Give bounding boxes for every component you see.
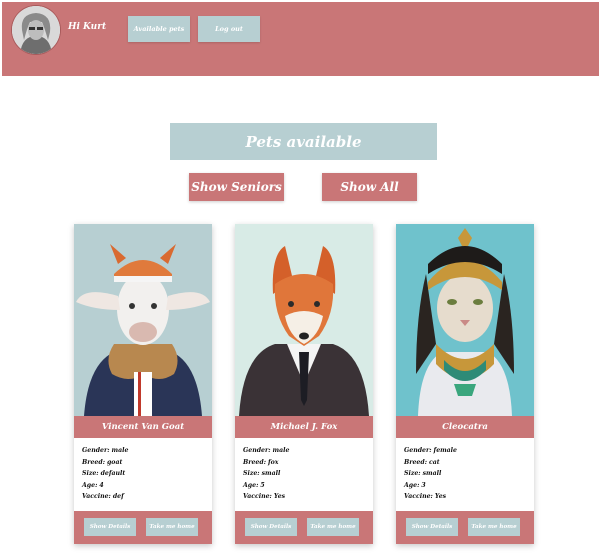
pet-detail-age: Age: 4: [82, 481, 104, 489]
pet-photo: [74, 224, 212, 416]
show-all-button[interactable]: Show All: [322, 173, 417, 201]
show-seniors-button[interactable]: Show Seniors: [189, 173, 284, 201]
pet-card-footer: Show Details Take me home: [235, 511, 373, 544]
pet-photo: [235, 224, 373, 416]
page-title: Pets available: [170, 123, 437, 160]
pet-detail-vaccine: Vaccine: Yes: [404, 493, 447, 500]
take-me-home-button[interactable]: Take me home: [307, 518, 359, 536]
pet-detail-size: Size: default: [82, 470, 126, 477]
user-avatar-image: [12, 6, 60, 54]
show-details-button[interactable]: Show Details: [84, 518, 136, 536]
pet-detail-breed: Breed: goat: [82, 458, 123, 466]
pet-detail-age: Age: 3: [404, 481, 426, 489]
pet-name: Vincent Van Goat: [74, 416, 212, 438]
pet-detail-gender: Gender: male: [243, 447, 290, 454]
take-me-home-button[interactable]: Take me home: [468, 518, 520, 536]
log-out-button[interactable]: Log out: [198, 16, 260, 42]
user-avatar[interactable]: [12, 6, 60, 54]
pet-card: Vincent Van Goat Gender: male Breed: goat …: [74, 224, 212, 544]
pet-detail-size: Size: small: [243, 470, 281, 477]
show-details-button[interactable]: Show Details: [406, 518, 458, 536]
pet-name: Michael J. Fox: [235, 416, 373, 438]
pet-card-footer: Show Details Take me home: [396, 511, 534, 544]
pet-detail-vaccine: Vaccine: def: [82, 493, 124, 500]
pet-details: Gender: male Breed: goat Size: default Age:…: [82, 445, 207, 503]
pet-detail-age: Age: 5: [243, 481, 265, 489]
top-header: Hi Kurt Available pets Log out: [2, 2, 599, 76]
pet-detail-size: Size: small: [404, 470, 442, 477]
pet-details: Gender: female Breed: cat Size: small Age: 3…: [404, 445, 529, 503]
pet-detail-gender: Gender: female: [404, 447, 457, 454]
user-greeting: Hi Kurt: [68, 22, 107, 32]
show-details-button[interactable]: Show Details: [245, 518, 297, 536]
pet-details: Gender: male Breed: fox Size: small Age: 5 V…: [243, 445, 368, 503]
pet-detail-gender: Gender: male: [82, 447, 129, 454]
pet-card: Cleocatra Gender: female Breed: cat Size: s…: [396, 224, 534, 544]
pet-detail-vaccine: Vaccine: Yes: [243, 493, 286, 500]
available-pets-button[interactable]: Available pets: [128, 16, 190, 42]
pet-card-footer: Show Details Take me home: [74, 511, 212, 544]
pet-detail-breed: Breed: fox: [243, 458, 279, 466]
take-me-home-button[interactable]: Take me home: [146, 518, 198, 536]
pet-name: Cleocatra: [396, 416, 534, 438]
pet-card: Michael J. Fox Gender: male Breed: fox Siz…: [235, 224, 373, 544]
pet-photo: [396, 224, 534, 416]
pet-detail-breed: Breed: cat: [404, 458, 440, 466]
